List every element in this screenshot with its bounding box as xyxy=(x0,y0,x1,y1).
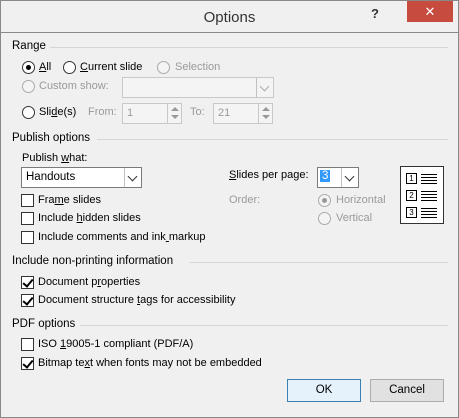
preview-line xyxy=(421,214,437,215)
nonprinting-divider xyxy=(190,262,448,263)
publish-what-label: Publish what: xyxy=(22,152,88,164)
range-selection-radio[interactable] xyxy=(157,61,170,74)
iso-label: ISO 19005-1 compliant (PDF/A) xyxy=(38,338,194,350)
preview-line xyxy=(421,200,437,201)
range-divider xyxy=(50,47,448,48)
range-all-radio[interactable] xyxy=(22,61,35,74)
preview-line xyxy=(421,180,437,181)
range-custom-show-radio[interactable] xyxy=(22,80,35,93)
to-value: 21 xyxy=(218,107,231,119)
include-comments-label: Include comments and ink markup xyxy=(38,231,206,243)
preview-row: 1 xyxy=(406,173,440,184)
include-hidden-label: Include hidden slides xyxy=(38,212,141,224)
preview-row: 3 xyxy=(406,207,440,218)
range-current-slide-radio[interactable] xyxy=(63,61,76,74)
preview-number: 3 xyxy=(406,207,417,218)
handout-preview: 1 2 3 xyxy=(400,166,444,224)
preview-line xyxy=(421,194,437,195)
to-spinner[interactable]: 21 xyxy=(213,103,273,124)
cancel-button[interactable]: Cancel xyxy=(370,379,444,402)
slides-per-page-label: Slides per page: xyxy=(229,169,309,181)
range-all-label: All xyxy=(39,61,52,73)
chevron-down-icon xyxy=(256,78,273,97)
close-button[interactable]: ✕ xyxy=(407,1,453,22)
range-selection-label: Selection xyxy=(175,61,221,73)
range-slides-radio[interactable] xyxy=(22,106,35,119)
to-spinner-buttons[interactable] xyxy=(258,104,272,123)
slides-per-page-value: 3 xyxy=(320,170,331,182)
frame-slides-checkbox[interactable] xyxy=(21,194,34,207)
preview-line xyxy=(421,177,437,178)
spin-up-icon[interactable] xyxy=(171,107,179,111)
slides-per-page-dropdown[interactable]: 3 xyxy=(317,167,359,188)
preview-number: 1 xyxy=(406,173,417,184)
include-comments-checkbox[interactable] xyxy=(21,231,34,244)
bitmap-checkbox[interactable] xyxy=(21,357,34,370)
from-label: From: xyxy=(88,106,117,118)
chevron-down-icon xyxy=(341,168,358,187)
order-label: Order: xyxy=(229,194,261,206)
spin-down-icon[interactable] xyxy=(171,115,179,119)
range-slides-label: Slide(s) xyxy=(39,106,77,118)
preview-line xyxy=(421,208,437,209)
document-properties-checkbox[interactable] xyxy=(21,276,34,289)
preview-line xyxy=(421,191,437,192)
pdf-section-label: PDF options xyxy=(12,318,76,330)
publish-divider xyxy=(97,139,448,140)
to-label: To: xyxy=(190,106,205,118)
ok-button[interactable]: OK xyxy=(287,379,361,402)
include-hidden-checkbox[interactable] xyxy=(21,212,34,225)
spin-up-icon[interactable] xyxy=(262,107,270,111)
bitmap-label: Bitmap text when fonts may not be embedd… xyxy=(38,357,262,369)
from-value: 1 xyxy=(127,107,134,119)
preview-line xyxy=(421,217,437,218)
help-button[interactable]: ? xyxy=(371,6,379,21)
publish-what-dropdown[interactable]: Handouts xyxy=(21,167,142,188)
range-current-slide-label: Current slide xyxy=(80,61,143,73)
range-custom-show-label: Custom show: xyxy=(39,80,109,92)
spin-down-icon[interactable] xyxy=(262,115,270,119)
order-vertical-radio[interactable] xyxy=(318,212,331,225)
preview-line xyxy=(421,197,437,198)
frame-slides-label: Frame slides xyxy=(38,194,101,206)
iso-checkbox[interactable] xyxy=(21,338,34,351)
pdf-divider xyxy=(80,325,448,326)
preview-row: 2 xyxy=(406,190,440,201)
preview-number: 2 xyxy=(406,190,417,201)
structure-tags-checkbox[interactable] xyxy=(21,294,34,307)
range-section-label: Range xyxy=(12,40,46,52)
title-bar: Options ? ✕ xyxy=(0,0,459,33)
order-horizontal-radio[interactable] xyxy=(318,194,331,207)
publish-section-label: Publish options xyxy=(12,132,90,144)
nonprinting-section-label: Include non-printing information xyxy=(12,255,174,267)
chevron-down-icon xyxy=(124,168,141,187)
publish-what-value: Handouts xyxy=(26,171,76,183)
document-properties-label: Document properties xyxy=(38,276,141,288)
from-spinner-buttons[interactable] xyxy=(167,104,181,123)
structure-tags-label: Document structure tags for accessibilit… xyxy=(38,294,236,306)
from-spinner[interactable]: 1 xyxy=(122,103,182,124)
custom-show-dropdown[interactable] xyxy=(122,77,274,98)
order-horizontal-label: Horizontal xyxy=(336,194,386,206)
preview-line xyxy=(421,183,437,184)
dialog-title: Options xyxy=(203,9,256,26)
preview-line xyxy=(421,174,437,175)
preview-line xyxy=(421,211,437,212)
order-vertical-label: Vertical xyxy=(336,212,373,224)
